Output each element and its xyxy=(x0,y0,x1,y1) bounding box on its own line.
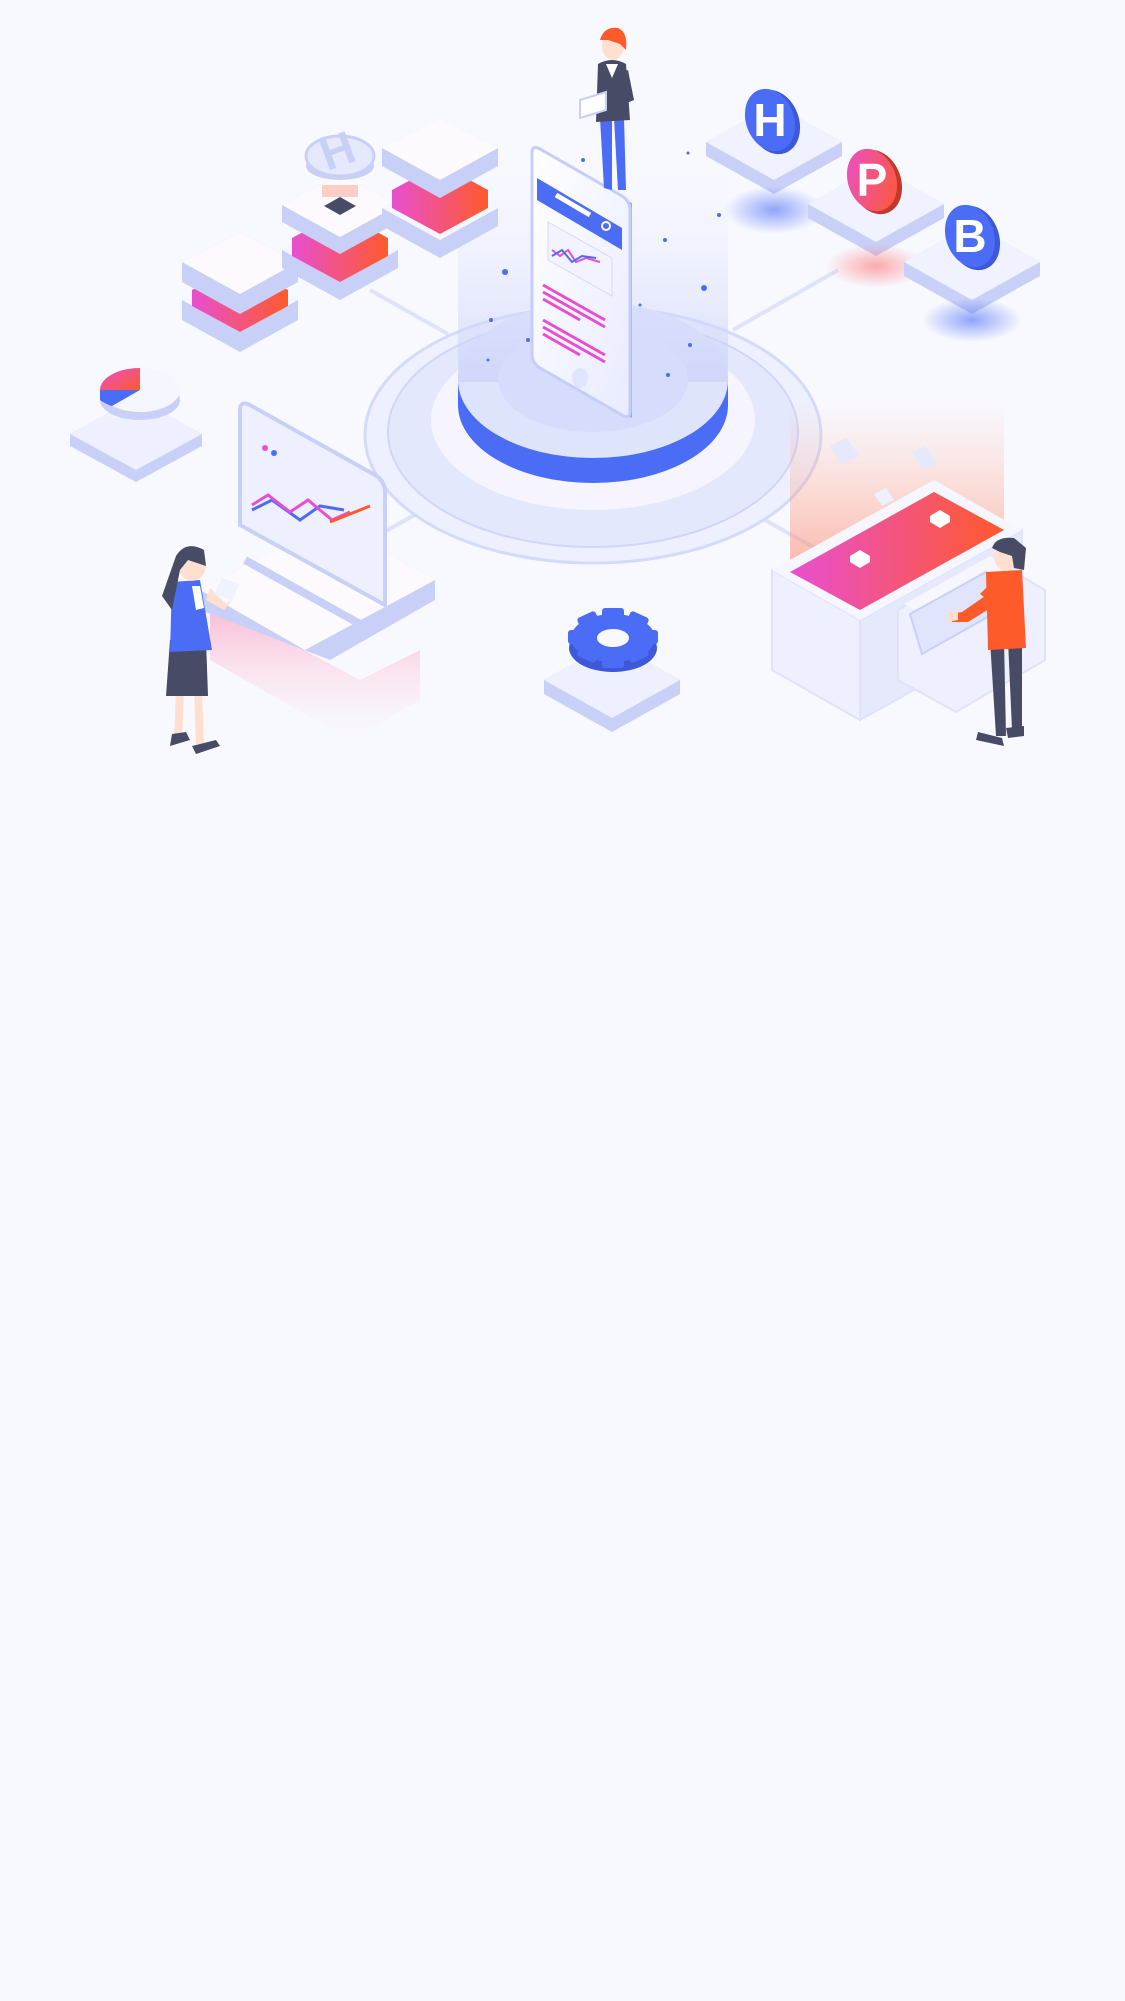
pie-slice-red xyxy=(100,368,140,390)
person-woman-top xyxy=(579,27,634,190)
small-coin-h: H xyxy=(304,120,376,181)
block-stack-middle xyxy=(282,175,398,300)
coin-letter-h: H xyxy=(753,94,786,146)
pie-chart-tile xyxy=(70,368,202,482)
coin-letter-b: B xyxy=(953,210,986,262)
gear-tile xyxy=(544,608,680,732)
isometric-illustration: H H P B xyxy=(70,27,1046,754)
block-stack-left xyxy=(182,232,298,352)
coin-letter-p: P xyxy=(857,154,888,206)
gear-icon xyxy=(568,608,658,672)
